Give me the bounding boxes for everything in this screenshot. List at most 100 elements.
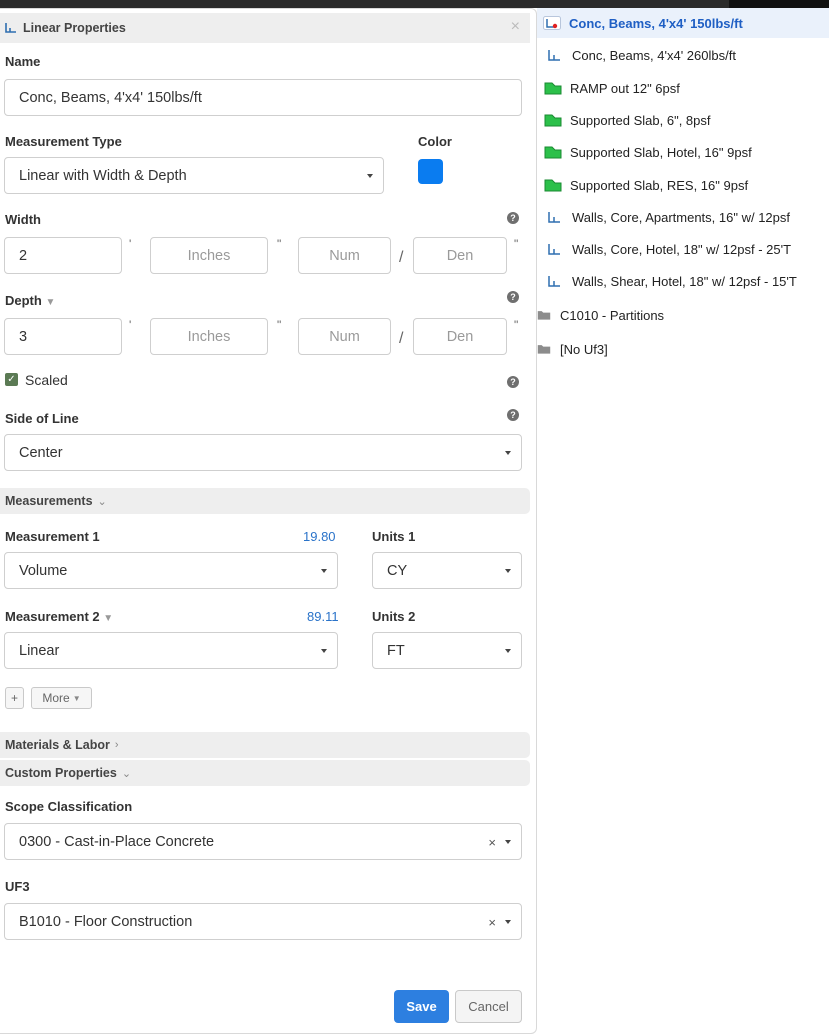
depth-help-icon[interactable]: ?: [507, 291, 519, 303]
list-item-label: Supported Slab, RES, 16" 9psf: [570, 177, 749, 193]
uf3-select[interactable]: B1010 - Floor Construction ×: [4, 903, 522, 940]
depth-label[interactable]: Depth ▼: [5, 293, 55, 308]
chevron-down-icon: [321, 569, 327, 573]
depth-feet-input[interactable]: 3: [4, 318, 122, 355]
cancel-button[interactable]: Cancel: [455, 990, 522, 1023]
list-item-label: Walls, Core, Hotel, 18" w/ 12psf - 25'T: [572, 241, 792, 257]
measurement-type-label: Measurement Type: [5, 134, 122, 149]
chevron-down-icon: ⌄: [97, 495, 107, 508]
chevron-down-icon: [505, 840, 511, 844]
uf3-value: B1010 - Floor Construction: [19, 913, 193, 930]
list-item[interactable]: Conc, Beams, 4'x4' 150lbs/ft: [537, 8, 829, 38]
chevron-down-icon: [367, 174, 373, 178]
clear-icon[interactable]: ×: [488, 915, 496, 930]
list-item[interactable]: Supported Slab, 6", 8psf: [537, 105, 829, 135]
list-item[interactable]: [No Uf3]: [537, 339, 829, 359]
units1-value: CY: [387, 562, 408, 579]
measurements-section-title: Measurements: [5, 494, 93, 508]
chevron-right-icon: ›: [114, 739, 119, 751]
measurement2-label[interactable]: Measurement 2 ▼: [5, 609, 113, 624]
side-of-line-help-icon[interactable]: ?: [507, 409, 519, 421]
list-item[interactable]: Walls, Core, Hotel, 18" w/ 12psf - 25'T: [537, 234, 829, 264]
scope-classification-value: 0300 - Cast-in-Place Concrete: [19, 833, 215, 850]
width-inches-input[interactable]: Inches: [150, 237, 268, 274]
custom-properties-section-header[interactable]: Custom Properties ⌄: [0, 760, 530, 786]
width-feet-input[interactable]: 2: [4, 237, 122, 274]
inch-mark: ": [277, 237, 282, 251]
side-of-line-value: Center: [19, 444, 63, 461]
side-of-line-label: Side of Line: [5, 411, 79, 426]
more-button-label: More: [42, 691, 70, 705]
list-item-label: Walls, Shear, Hotel, 18" w/ 12psf - 15'T: [572, 273, 797, 289]
fraction-slash: /: [399, 330, 404, 347]
area-icon: [544, 179, 562, 192]
measurement-type-value: Linear with Width & Depth: [19, 167, 187, 184]
list-item-label: [No Uf3]: [560, 341, 608, 357]
clear-icon[interactable]: ×: [488, 835, 496, 850]
linear-icon: [548, 244, 560, 255]
measurement2-result: 89.11: [307, 609, 339, 624]
scaled-label: Scaled: [25, 372, 68, 388]
caret-down-icon: ▼: [72, 693, 81, 703]
caret-down-icon: ▼: [45, 297, 56, 308]
measurement2-value: Linear: [19, 642, 60, 659]
linear-icon: [548, 276, 560, 287]
units2-select[interactable]: FT: [372, 632, 522, 669]
inch-mark: ": [514, 237, 519, 251]
depth-den-input[interactable]: Den: [413, 318, 507, 355]
panel-header: Linear Properties ×: [0, 13, 530, 43]
units1-select[interactable]: CY: [372, 552, 522, 589]
measurements-section-header[interactable]: Measurements ⌄: [0, 488, 530, 514]
measurement1-label: Measurement 1: [5, 529, 100, 544]
caret-down-icon: ▼: [103, 613, 114, 624]
chevron-down-icon: [505, 451, 511, 455]
units2-value: FT: [387, 642, 405, 659]
chevron-down-icon: [505, 569, 511, 573]
scaled-checkbox[interactable]: ✓: [5, 373, 18, 386]
width-den-input[interactable]: Den: [413, 237, 507, 274]
name-input[interactable]: Conc, Beams, 4'x4' 150lbs/ft: [4, 79, 522, 116]
list-item[interactable]: Conc, Beams, 4'x4' 260lbs/ft: [537, 40, 829, 70]
measurement2-select[interactable]: Linear: [4, 632, 338, 669]
list-item[interactable]: C1010 - Partitions: [537, 305, 829, 325]
add-measurement-button[interactable]: +: [5, 687, 24, 709]
feet-mark: ': [129, 318, 132, 332]
list-item-label: Supported Slab, Hotel, 16" 9psf: [570, 144, 752, 160]
depth-label-text: Depth: [5, 293, 42, 308]
inch-mark: ": [277, 318, 282, 332]
list-item[interactable]: RAMP out 12" 6psf: [537, 73, 829, 103]
side-of-line-select[interactable]: Center: [4, 434, 522, 471]
materials-labor-section-header[interactable]: Materials & Labor ›: [0, 732, 530, 758]
name-label: Name: [5, 54, 41, 69]
chevron-down-icon: [321, 649, 327, 653]
measurement2-label-text: Measurement 2: [5, 609, 100, 624]
measurement-type-select[interactable]: Linear with Width & Depth: [4, 157, 384, 194]
save-button[interactable]: Save: [394, 990, 449, 1023]
width-num-input[interactable]: Num: [298, 237, 391, 274]
window-top-strip: [0, 0, 829, 8]
folder-icon: [537, 345, 551, 354]
width-help-icon[interactable]: ?: [507, 212, 519, 224]
linear-properties-icon: [5, 23, 16, 33]
more-button[interactable]: More ▼: [31, 687, 92, 709]
materials-labor-title: Materials & Labor: [5, 738, 110, 752]
custom-properties-title: Custom Properties: [5, 766, 117, 780]
measurement1-result: 19.80: [303, 529, 336, 544]
depth-num-input[interactable]: Num: [298, 318, 391, 355]
scope-classification-select[interactable]: 0300 - Cast-in-Place Concrete ×: [4, 823, 522, 860]
area-icon: [544, 82, 562, 95]
list-item[interactable]: Walls, Core, Apartments, 16" w/ 12psf: [537, 202, 829, 232]
list-item[interactable]: Supported Slab, RES, 16" 9psf: [537, 170, 829, 200]
list-item[interactable]: Supported Slab, Hotel, 16" 9psf: [537, 137, 829, 167]
depth-inches-input[interactable]: Inches: [150, 318, 268, 355]
color-swatch[interactable]: [418, 159, 443, 184]
scaled-help-icon[interactable]: ?: [507, 376, 519, 388]
color-label: Color: [418, 134, 452, 149]
close-icon[interactable]: ×: [511, 19, 520, 35]
linear-icon-selected: [543, 16, 561, 30]
list-item-label: RAMP out 12" 6psf: [570, 80, 680, 96]
panel-title: Linear Properties: [23, 21, 126, 35]
list-item[interactable]: Walls, Shear, Hotel, 18" w/ 12psf - 15'T: [537, 266, 829, 296]
measurement1-select[interactable]: Volume: [4, 552, 338, 589]
area-icon: [544, 114, 562, 127]
